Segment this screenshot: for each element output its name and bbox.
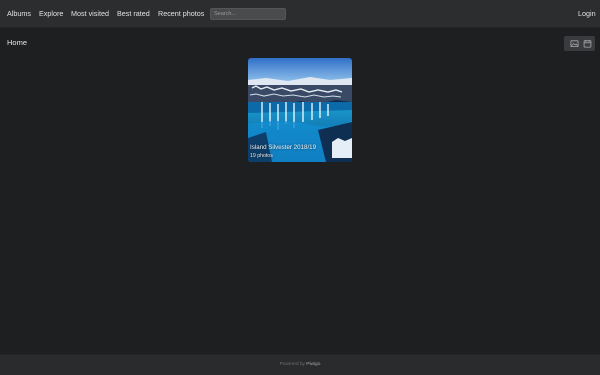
view-toggle [564, 36, 595, 51]
search-input[interactable] [210, 8, 286, 20]
nav-explore[interactable]: Explore [39, 9, 63, 18]
nav-best-rated[interactable]: Best rated [117, 9, 150, 18]
footer-piwigo-link[interactable]: Piwigo [306, 362, 320, 367]
breadcrumb-home[interactable]: Home [7, 38, 27, 47]
nav-albums[interactable]: Albums [7, 9, 31, 18]
album-card[interactable]: Island Silvester 2018/19 19 photos [248, 58, 352, 162]
top-navbar: Albums Explore Most visited Best rated R… [0, 0, 600, 28]
footer: Powered by Piwigo [0, 354, 600, 375]
calendar-icon[interactable] [583, 39, 592, 48]
album-title[interactable]: Island Silvester 2018/19 [250, 144, 316, 151]
nav-most-visited[interactable]: Most visited [71, 9, 109, 18]
image-icon[interactable] [570, 39, 579, 48]
nav-recent-photos[interactable]: Recent photos [158, 9, 204, 18]
album-photo-count: 19 photos [250, 153, 273, 159]
footer-powered-by: Powered by [279, 362, 305, 367]
login-link[interactable]: Login [578, 9, 596, 18]
